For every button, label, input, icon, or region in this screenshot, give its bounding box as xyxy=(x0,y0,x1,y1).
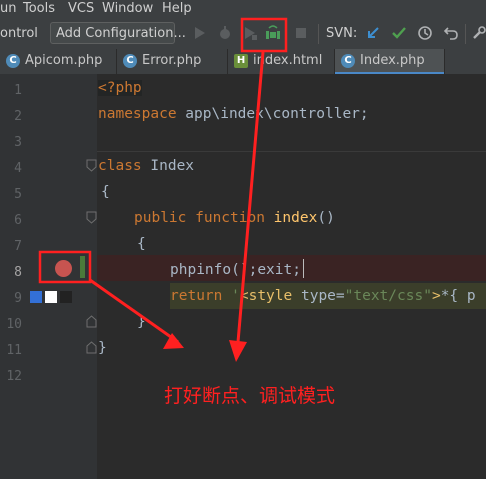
annotation-box-breakpoint xyxy=(38,250,92,284)
annotation-arrow-line xyxy=(236,51,265,343)
annotation-box-debug-listener xyxy=(240,17,288,53)
annotation-arrow-line xyxy=(89,278,179,344)
annotation-text: 打好断点、调试模式 xyxy=(164,385,336,407)
annotation-arrowhead xyxy=(229,340,247,362)
